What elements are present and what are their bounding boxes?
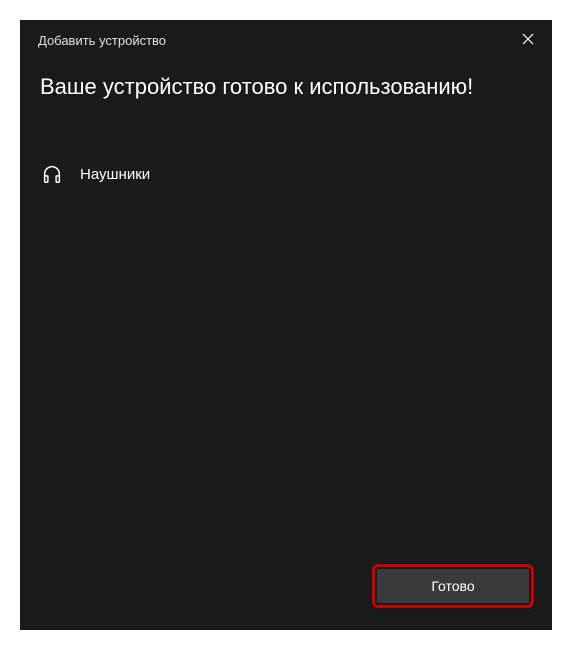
dialog-heading: Ваше устройство готово к использованию! [40, 74, 532, 100]
dialog-content: Ваше устройство готово к использованию! … [20, 60, 552, 564]
device-name: Наушники [80, 166, 150, 183]
add-device-dialog: Добавить устройство Ваше устройство гото… [20, 20, 552, 630]
device-row: Наушники [40, 158, 532, 190]
done-button-label: Готово [431, 578, 474, 594]
dialog-footer: Готово [20, 564, 552, 630]
done-button[interactable]: Готово [377, 569, 529, 603]
done-button-highlight: Готово [372, 564, 534, 608]
dialog-titlebar: Добавить устройство [20, 20, 552, 60]
close-icon [522, 33, 534, 48]
headphones-icon [40, 162, 64, 186]
close-button[interactable] [518, 30, 538, 50]
dialog-title: Добавить устройство [38, 33, 166, 48]
